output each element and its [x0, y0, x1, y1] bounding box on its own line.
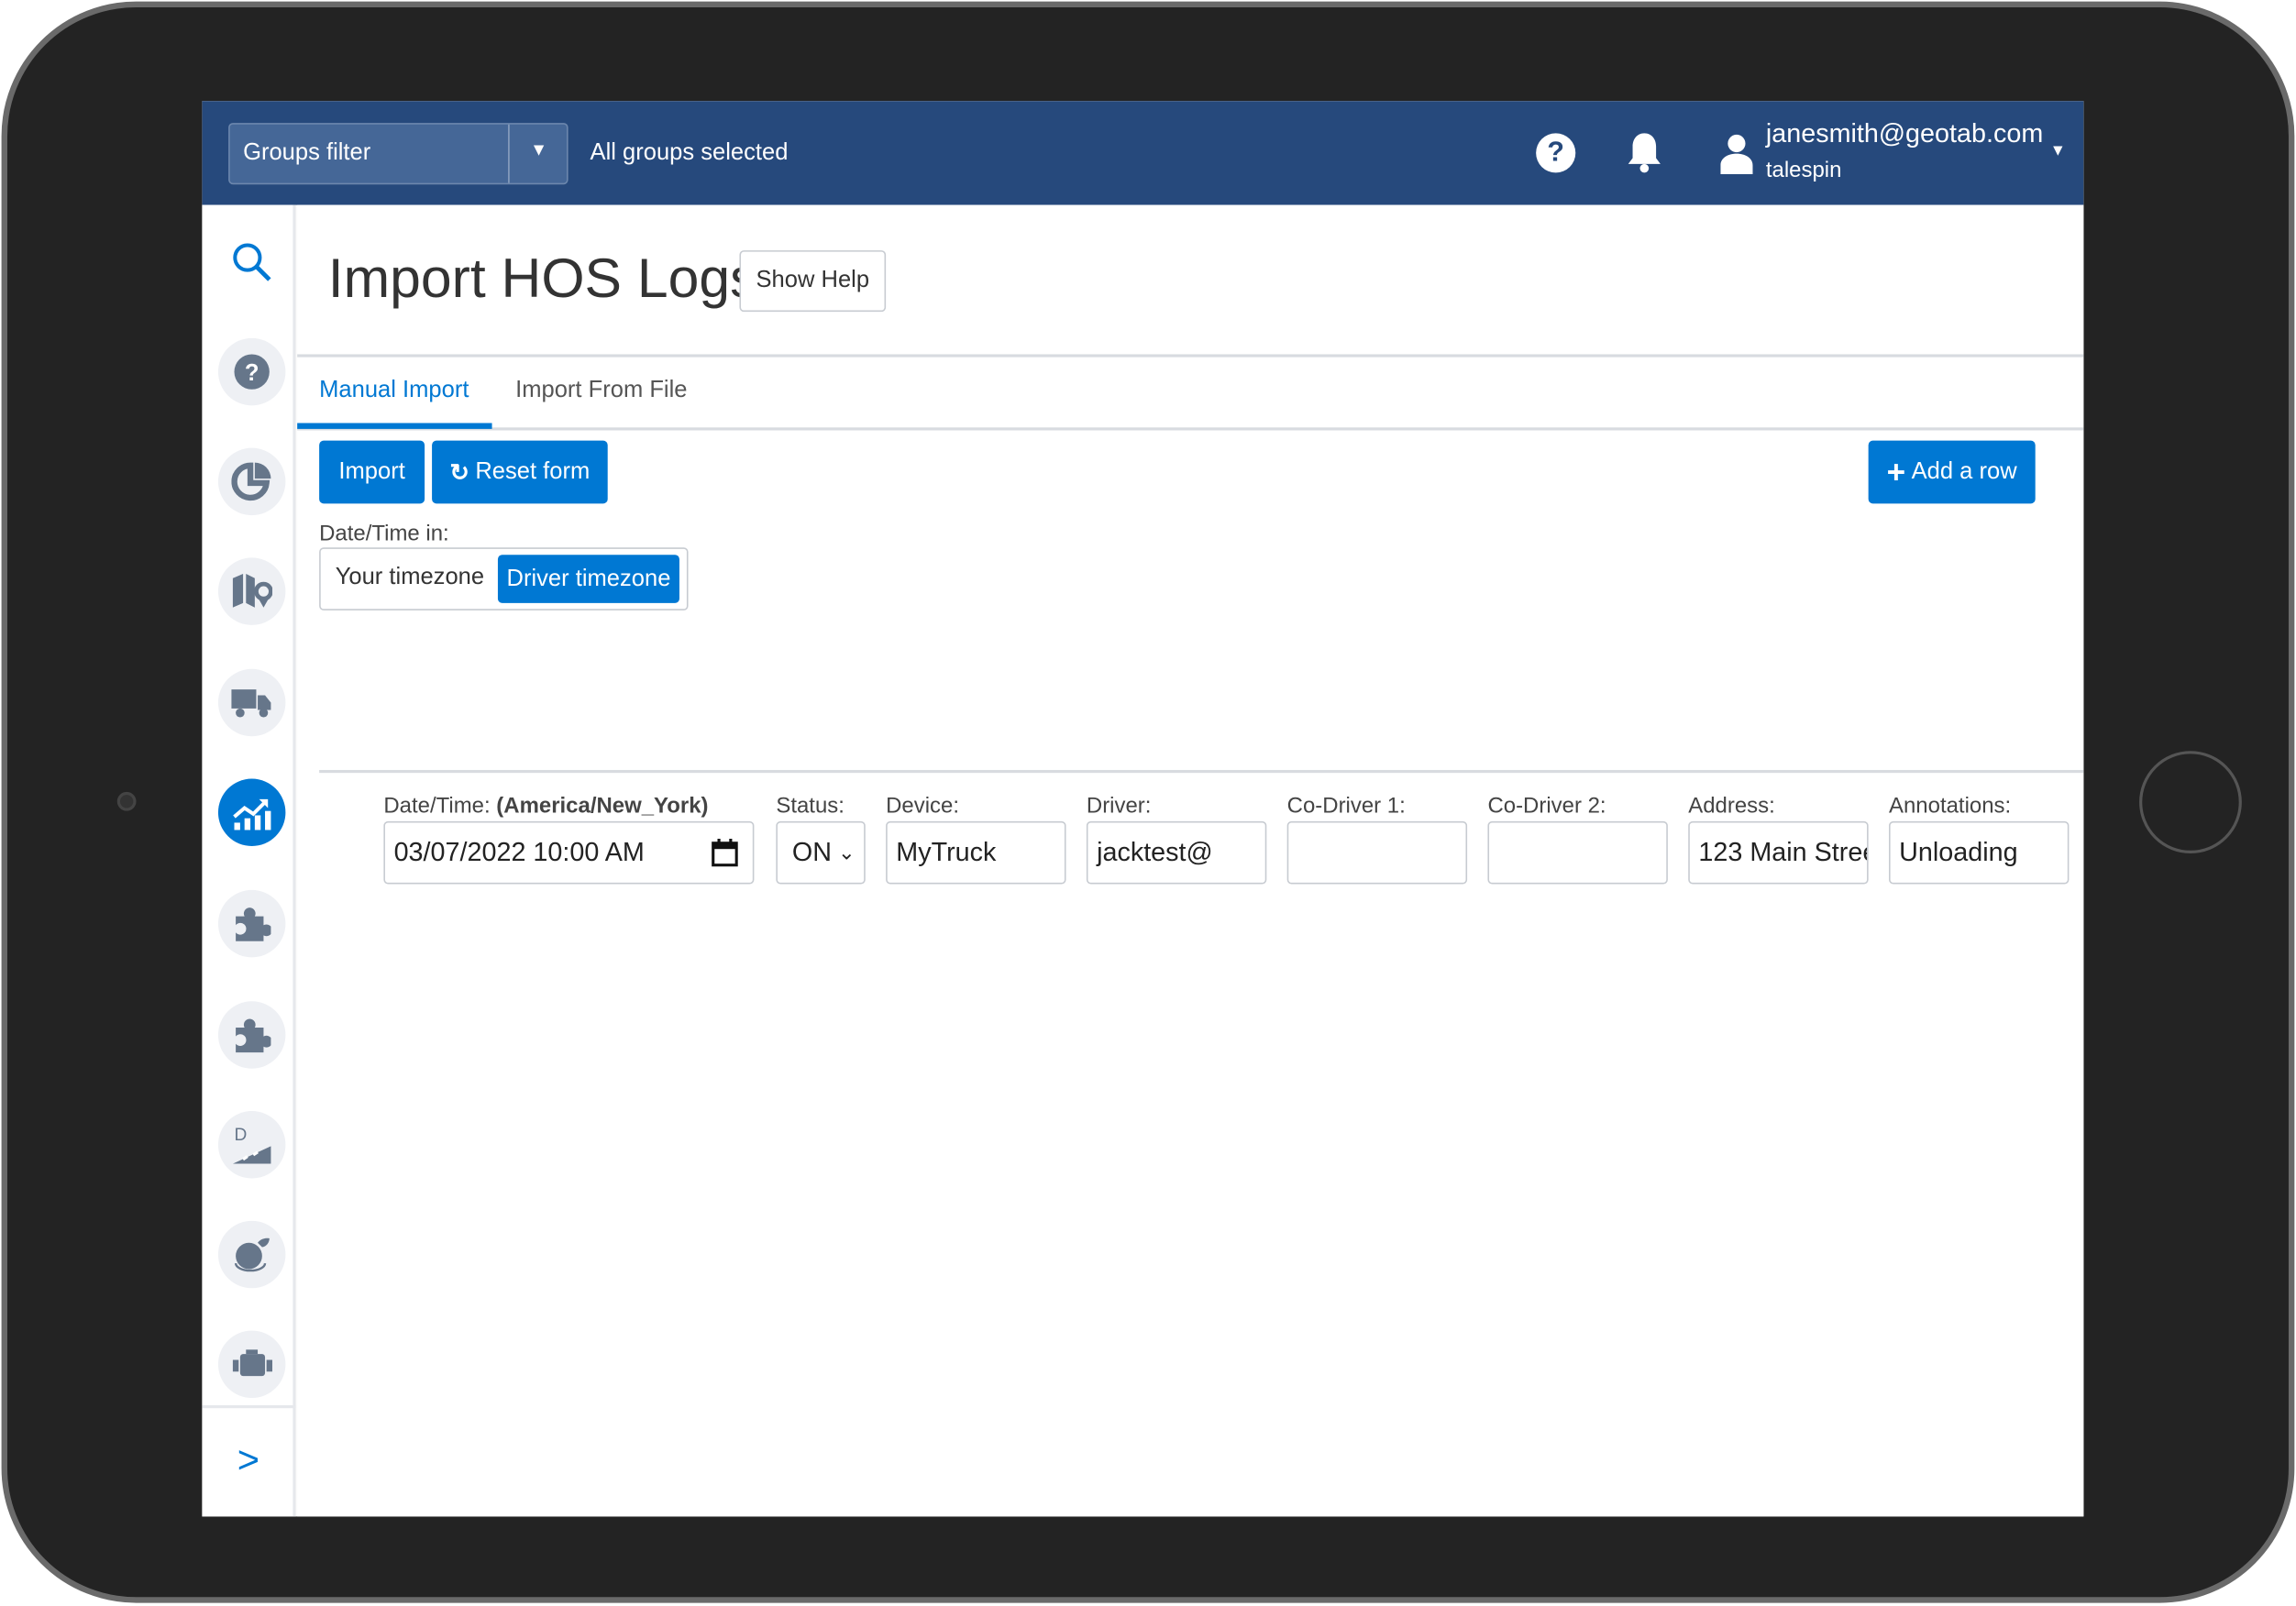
pie-chart-icon[interactable] [217, 447, 286, 516]
codriver1-label: Co-Driver 1: [1286, 793, 1406, 819]
device-input[interactable]: MyTruck [886, 820, 1066, 885]
groups-status: All groups selected [590, 140, 789, 166]
top-bar: Groups filter ▼ All groups selected ? ja… [202, 101, 2084, 205]
divider [297, 354, 2084, 358]
status-select[interactable]: ON ⌄ [776, 820, 866, 885]
camera [116, 791, 137, 811]
page-title: Import HOS Logs [327, 248, 758, 311]
add-row-button[interactable]: + Add a row [1868, 440, 2036, 504]
codriver2-input[interactable] [1487, 820, 1668, 885]
import-button[interactable]: Import [319, 440, 425, 504]
tab-import-from-file[interactable]: Import From File [515, 378, 687, 404]
reset-label: Reset form [475, 458, 591, 484]
engine-icon[interactable] [217, 1330, 286, 1399]
datetime-input[interactable]: 03/07/2022 10:00 AM [383, 820, 755, 885]
reset-form-button[interactable]: ↻ Reset form [432, 440, 608, 504]
plus-icon: + [1886, 453, 1906, 490]
puzzle-icon[interactable] [217, 1001, 286, 1069]
divider [319, 769, 2084, 774]
svg-text:D: D [235, 1126, 248, 1145]
codriver1-input[interactable] [1286, 820, 1468, 885]
divider [508, 124, 510, 183]
annotations-input[interactable]: Unloading [1889, 820, 2070, 885]
svg-text:?: ? [245, 360, 259, 386]
truck-icon[interactable] [217, 668, 286, 737]
datetime-label-text: Date/Time: [383, 793, 491, 819]
driver-input[interactable]: jacktest@ [1086, 820, 1267, 885]
user-email[interactable]: janesmith@geotab.com [1766, 118, 2043, 149]
screen: Groups filter ▼ All groups selected ? ja… [202, 101, 2084, 1517]
sidebar: ? D > [202, 204, 296, 1517]
divider [297, 427, 2084, 431]
groups-filter-dropdown[interactable]: Groups filter ▼ [228, 123, 568, 185]
user-menu-caret-icon[interactable]: ▼ [2050, 142, 2066, 160]
import-label: Import [338, 458, 405, 484]
status-value: ON [791, 837, 833, 867]
annotations-label: Annotations: [1889, 793, 2012, 819]
sustainability-icon[interactable] [217, 1220, 286, 1289]
status-label: Status: [776, 793, 844, 819]
calendar-icon[interactable] [712, 839, 738, 867]
datetime-value: 03/07/2022 10:00 AM [393, 837, 645, 867]
bell-icon[interactable] [1626, 130, 1664, 174]
chevron-right-icon[interactable]: > [237, 1437, 259, 1483]
add-row-label: Add a row [1911, 458, 2017, 484]
search-icon[interactable] [231, 241, 272, 290]
puzzle-icon[interactable] [217, 889, 286, 958]
timezone-toggle: Your timezone Driver timezone [319, 547, 689, 610]
device-label: Device: [886, 793, 960, 819]
main-content: Import HOS Logs Show Help Manual Import … [297, 204, 2084, 1517]
show-help-button[interactable]: Show Help [739, 250, 887, 313]
reports-icon[interactable] [217, 778, 286, 847]
your-timezone-option[interactable]: Your timezone [336, 565, 484, 591]
address-input[interactable]: 123 Main Stree [1688, 820, 1869, 885]
divider [202, 1405, 296, 1409]
codriver2-label: Co-Driver 2: [1487, 793, 1606, 819]
help-nav-icon[interactable]: ? [217, 337, 286, 406]
user-database: talespin [1765, 158, 1842, 183]
refresh-icon: ↻ [449, 460, 469, 486]
driver-road-icon[interactable]: D [217, 1111, 286, 1179]
timezone-label: Date/Time in: [319, 521, 449, 546]
driver-timezone-option[interactable]: Driver timezone [497, 555, 679, 603]
driver-label: Driver: [1086, 793, 1152, 819]
user-icon[interactable] [1720, 133, 1753, 175]
datetime-timezone: (America/New_York) [496, 793, 709, 819]
groups-filter-label: Groups filter [243, 140, 371, 166]
home-button [2139, 751, 2242, 853]
datetime-label: Date/Time: (America/New_York) [383, 794, 708, 819]
address-label: Address: [1688, 793, 1775, 819]
help-icon[interactable]: ? [1536, 133, 1576, 173]
active-tab-indicator [297, 423, 492, 429]
caret-down-icon[interactable]: ▼ [530, 139, 547, 160]
chevron-down-icon: ⌄ [837, 840, 855, 864]
map-icon[interactable] [217, 557, 286, 625]
tab-manual-import[interactable]: Manual Import [319, 378, 469, 404]
